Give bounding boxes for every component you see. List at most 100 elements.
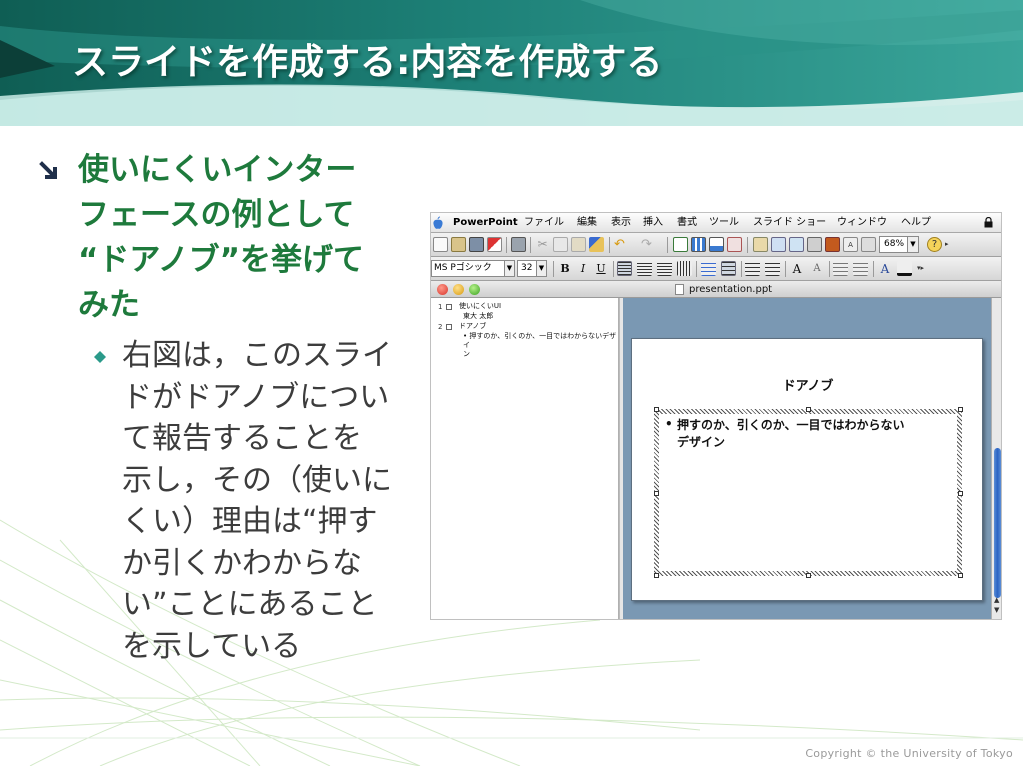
font-size-dropdown-arrow[interactable]: ▼ (536, 261, 546, 276)
vertical-text-icon[interactable] (677, 261, 692, 276)
outline-slide-title[interactable]: ドアノブ (459, 322, 486, 331)
increase-indent-icon[interactable] (853, 261, 868, 276)
cut-icon[interactable]: ✂ (535, 237, 550, 252)
menu-tools[interactable]: ツール (709, 213, 739, 233)
new-document-icon[interactable] (433, 237, 448, 252)
menu-edit[interactable]: 編集 (577, 213, 597, 233)
standard-toolbar: ✂ ↶ ↷ A 68% ▼ ? ▸ (431, 233, 1001, 257)
zoom-value: 68% (884, 239, 905, 249)
zoom-window-icon[interactable] (469, 284, 480, 295)
new-slide-icon[interactable] (753, 237, 768, 252)
insert-table-icon[interactable] (691, 237, 706, 252)
text-box-icon[interactable]: A (843, 237, 858, 252)
menu-insert[interactable]: 挿入 (643, 213, 663, 233)
line-spacing-down-icon[interactable] (765, 261, 780, 276)
close-window-icon[interactable] (437, 284, 448, 295)
increase-font-icon[interactable]: A (789, 261, 805, 277)
menu-file[interactable]: ファイル (524, 213, 564, 233)
minimize-window-icon[interactable] (453, 284, 464, 295)
line-color-icon[interactable] (897, 261, 912, 276)
ruler-icon[interactable] (861, 237, 876, 252)
open-folder-icon[interactable] (451, 237, 466, 252)
scrollbar-thumb[interactable] (994, 448, 1001, 598)
zoom-dropdown-arrow[interactable]: ▼ (907, 237, 918, 252)
resize-handle[interactable] (654, 491, 659, 496)
bullet-level1-text: 使いにくいインター フェースの例として “ドアノブ”を挙げて みた (78, 152, 364, 323)
outline-slide-number: 2 (438, 323, 443, 331)
insert-picture-icon[interactable] (727, 237, 742, 252)
outline-pane[interactable]: 1 使いにくいUI 東大 太郎 2 ドアノブ • 押すのか、引くのか、一目ではわ… (431, 298, 619, 619)
numbering-icon[interactable] (701, 261, 716, 276)
align-center-icon[interactable] (637, 261, 652, 276)
slide-layout-icon[interactable] (771, 237, 786, 252)
diamond-bullet-icon (94, 351, 106, 363)
resize-handle[interactable] (958, 573, 963, 578)
undo-icon[interactable]: ↶ (614, 237, 629, 252)
menu-format[interactable]: 書式 (677, 213, 697, 233)
line-spacing-up-icon[interactable] (745, 261, 760, 276)
resize-handle[interactable] (958, 491, 963, 496)
resize-handle[interactable] (806, 407, 811, 412)
slide-edit-pane: ドアノブ • 押すのか、引くのか、一目ではわからない デザイン (623, 298, 991, 619)
slide-canvas[interactable]: ドアノブ • 押すのか、引くのか、一目ではわからない デザイン (631, 338, 983, 601)
outline-slide-subtitle[interactable]: 東大 太郎 (463, 312, 493, 321)
lock-icon (984, 217, 993, 228)
resize-handle[interactable] (806, 573, 811, 578)
font-size-select[interactable]: 32 ▼ (517, 260, 547, 277)
apple-menu-icon[interactable] (433, 216, 443, 230)
underline-button[interactable]: U (593, 261, 609, 277)
formatting-overflow-icon[interactable]: ▾▸ (917, 261, 932, 276)
document-icon (675, 284, 684, 295)
vertical-scrollbar[interactable]: ▲ ▼ (991, 298, 1001, 619)
zoom-select[interactable]: 68% ▼ (879, 236, 919, 253)
toolbox-icon[interactable] (825, 237, 840, 252)
decrease-indent-icon[interactable] (833, 261, 848, 276)
align-right-icon[interactable] (657, 261, 672, 276)
draw-table-icon[interactable] (673, 237, 688, 252)
document-title: presentation.ppt (689, 284, 773, 295)
bullet-level2-text: 右図は，このスライ ドがドアノブについ て報告することを 示し，その（使いに く… (122, 338, 392, 664)
font-color-icon[interactable]: A (877, 261, 893, 277)
resize-handle[interactable] (958, 407, 963, 412)
italic-button[interactable]: I (575, 261, 591, 277)
slide-title-placeholder[interactable]: ドアノブ (632, 375, 984, 394)
resize-handle[interactable] (654, 407, 659, 412)
format-painter-icon[interactable] (589, 237, 604, 252)
bullet-marker: • (665, 417, 673, 431)
document-titlebar: presentation.ppt (431, 281, 1001, 298)
outline-slide-body[interactable]: • 押すのか、引くのか、一目ではわからないデザイ ン (463, 332, 618, 359)
bold-button[interactable]: B (557, 261, 573, 277)
powerpoint-screenshot: PowerPoint ファイル 編集 表示 挿入 書式 ツール スライド ショー… (430, 212, 1002, 620)
scroll-down-icon[interactable]: ▼ (994, 606, 999, 614)
slide-body-text[interactable]: 押すのか、引くのか、一目ではわからない デザイン (677, 417, 957, 451)
font-name-dropdown-arrow[interactable]: ▼ (504, 261, 514, 276)
decrease-font-icon[interactable]: A (809, 261, 825, 277)
color-scheme-icon[interactable] (807, 237, 822, 252)
bullets-icon[interactable] (721, 261, 736, 276)
slide-icon (446, 304, 452, 310)
slide-icon (446, 324, 452, 330)
redo-icon[interactable]: ↷ (641, 237, 656, 252)
menu-bar: PowerPoint ファイル 編集 表示 挿入 書式 ツール スライド ショー… (431, 213, 1001, 233)
menu-help[interactable]: ヘルプ (901, 213, 931, 233)
menu-slideshow[interactable]: スライド ショー (753, 213, 826, 233)
copy-icon[interactable] (553, 237, 568, 252)
formatting-toolbar: MS Pゴシック ▼ 32 ▼ B I U A A A ▾▸ (431, 257, 1001, 281)
slide-design-icon[interactable] (789, 237, 804, 252)
resize-handle[interactable] (654, 573, 659, 578)
menu-app-name[interactable]: PowerPoint (453, 213, 518, 233)
menu-window[interactable]: ウィンドウ (837, 213, 887, 233)
insert-chart-icon[interactable] (709, 237, 724, 252)
scroll-up-icon[interactable]: ▲ (994, 596, 999, 604)
print-icon[interactable] (511, 237, 526, 252)
paste-icon[interactable] (571, 237, 586, 252)
flag-icon[interactable] (487, 237, 502, 252)
toolbar-overflow-icon[interactable]: ▸ (945, 237, 960, 252)
help-icon[interactable]: ? (927, 237, 942, 252)
menu-view[interactable]: 表示 (611, 213, 631, 233)
slide-body-placeholder[interactable]: • 押すのか、引くのか、一目ではわからない デザイン (654, 409, 962, 576)
align-left-icon[interactable] (617, 261, 632, 276)
font-name-select[interactable]: MS Pゴシック ▼ (431, 260, 515, 277)
save-icon[interactable] (469, 237, 484, 252)
outline-slide-title[interactable]: 使いにくいUI (459, 302, 501, 311)
